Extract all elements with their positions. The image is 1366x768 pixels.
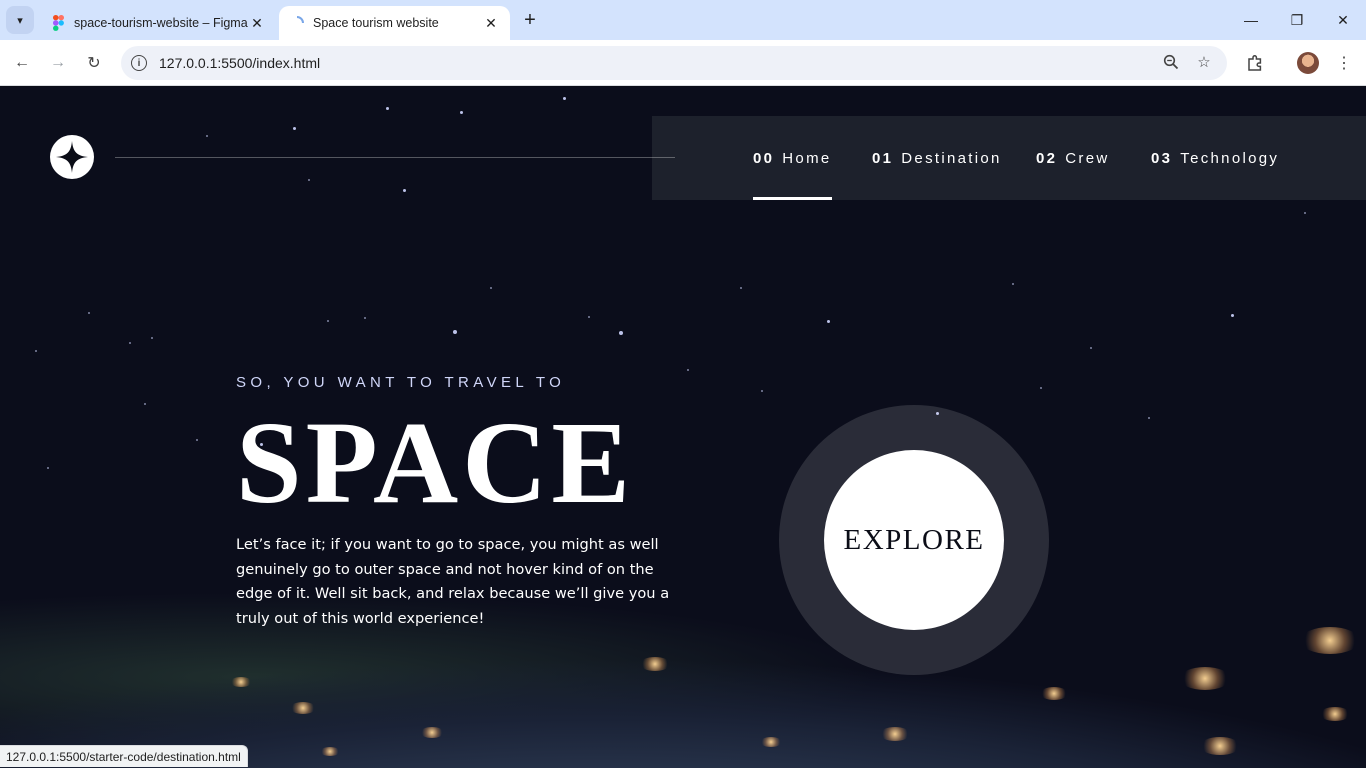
city-light — [640, 657, 670, 671]
profile-avatar[interactable] — [1297, 52, 1319, 74]
chevron-down-icon: ▾ — [17, 14, 23, 27]
loading-icon — [289, 15, 305, 31]
hero-title: SPACE — [236, 397, 635, 528]
city-light — [1320, 707, 1350, 721]
page-viewport: 00 Home 01 Destination 02 Crew 03 Techno… — [0, 87, 1366, 768]
nav-item-home[interactable]: 00 Home — [753, 116, 832, 200]
nav-number: 00 — [753, 149, 775, 167]
nav-item-technology[interactable]: 03 Technology — [1151, 116, 1279, 200]
star-dot — [740, 287, 742, 289]
nav-label: Technology — [1180, 149, 1280, 167]
star-dot — [364, 317, 366, 319]
city-light — [320, 747, 340, 756]
star-dot — [88, 312, 90, 314]
zoom-icon[interactable] — [1162, 53, 1180, 71]
city-light — [1300, 627, 1360, 654]
star-dot — [1231, 314, 1234, 317]
star-dot — [151, 337, 153, 339]
address-bar[interactable]: i 127.0.0.1:5500/index.html — [121, 46, 1227, 80]
star-dot — [490, 287, 492, 289]
info-icon[interactable]: i — [131, 55, 147, 71]
hero-eyebrow: SO, YOU WANT TO TRAVEL TO — [236, 374, 566, 391]
city-light — [230, 677, 252, 687]
extensions-icon[interactable] — [1243, 51, 1267, 75]
close-icon[interactable]: ✕ — [248, 14, 266, 32]
city-light — [1180, 667, 1230, 690]
figma-icon — [50, 15, 66, 31]
restore-icon[interactable]: ❐ — [1285, 8, 1309, 32]
city-light — [290, 702, 316, 714]
hero-description: Let’s face it; if you want to go to spac… — [236, 536, 670, 627]
star-dot — [619, 331, 623, 335]
star-dot — [386, 107, 389, 110]
tab-strip: ▾ space-tourism-website – Figma ✕ Space … — [0, 0, 1366, 40]
nav-item-destination[interactable]: 01 Destination — [872, 116, 1002, 200]
minimize-icon[interactable]: — — [1239, 8, 1263, 32]
tab-space-tourism[interactable]: Space tourism website ✕ — [279, 6, 510, 40]
star-dot — [1012, 283, 1014, 285]
city-light — [760, 737, 782, 747]
city-light — [1040, 687, 1068, 700]
header-divider — [115, 157, 675, 158]
close-icon[interactable]: ✕ — [482, 14, 500, 32]
tab-title: space-tourism-website – Figma — [74, 16, 248, 30]
star-dot — [1304, 212, 1306, 214]
nav-label: Home — [782, 149, 832, 167]
tab-search-button[interactable]: ▾ — [6, 6, 34, 34]
star-dot — [327, 320, 329, 322]
url-text[interactable]: 127.0.0.1:5500/index.html — [159, 55, 320, 71]
reload-icon[interactable]: ↻ — [82, 51, 106, 75]
star-dot — [47, 467, 49, 469]
star-dot — [196, 439, 198, 441]
star-dot — [827, 320, 830, 323]
explore-button[interactable]: EXPLORE — [824, 450, 1004, 630]
star-dot — [1148, 417, 1150, 419]
nav-item-crew[interactable]: 02 Crew — [1036, 116, 1110, 200]
nav-number: 02 — [1036, 149, 1058, 167]
bookmark-star-icon[interactable]: ☆ — [1195, 53, 1213, 71]
star-dot — [460, 111, 463, 114]
star-dot — [308, 179, 310, 181]
close-window-icon[interactable]: ✕ — [1331, 8, 1355, 32]
browser-toolbar: ← → ↻ i 127.0.0.1:5500/index.html ☆ ⋮ — [0, 40, 1366, 86]
more-menu-icon[interactable]: ⋮ — [1332, 51, 1356, 75]
star-dot — [687, 369, 689, 371]
star-dot — [293, 127, 296, 130]
back-icon[interactable]: ← — [10, 51, 34, 75]
city-light — [420, 727, 444, 738]
star-dot — [129, 342, 131, 344]
forward-icon[interactable]: → — [46, 51, 70, 75]
tab-figma[interactable]: space-tourism-website – Figma ✕ — [40, 6, 276, 40]
star-dot — [453, 330, 457, 334]
star-dot — [588, 316, 590, 318]
star-dot — [144, 403, 146, 405]
nav-label: Crew — [1065, 149, 1110, 167]
site-logo[interactable] — [50, 135, 94, 179]
star-dot — [761, 390, 763, 392]
star-dot — [403, 189, 406, 192]
tab-title: Space tourism website — [313, 16, 439, 30]
star-logo-icon — [56, 141, 88, 173]
nav-label: Destination — [901, 149, 1002, 167]
status-bar-url: 127.0.0.1:5500/starter-code/destination.… — [0, 745, 248, 767]
star-dot — [1090, 347, 1092, 349]
city-light — [880, 727, 910, 741]
star-dot — [1040, 387, 1042, 389]
nav-number: 01 — [872, 149, 894, 167]
star-dot — [206, 135, 208, 137]
new-tab-button[interactable]: + — [519, 9, 541, 31]
nav-number: 03 — [1151, 149, 1173, 167]
primary-nav: 00 Home 01 Destination 02 Crew 03 Techno… — [652, 116, 1366, 200]
city-light — [1200, 737, 1240, 755]
star-dot — [35, 350, 37, 352]
star-dot — [563, 97, 566, 100]
